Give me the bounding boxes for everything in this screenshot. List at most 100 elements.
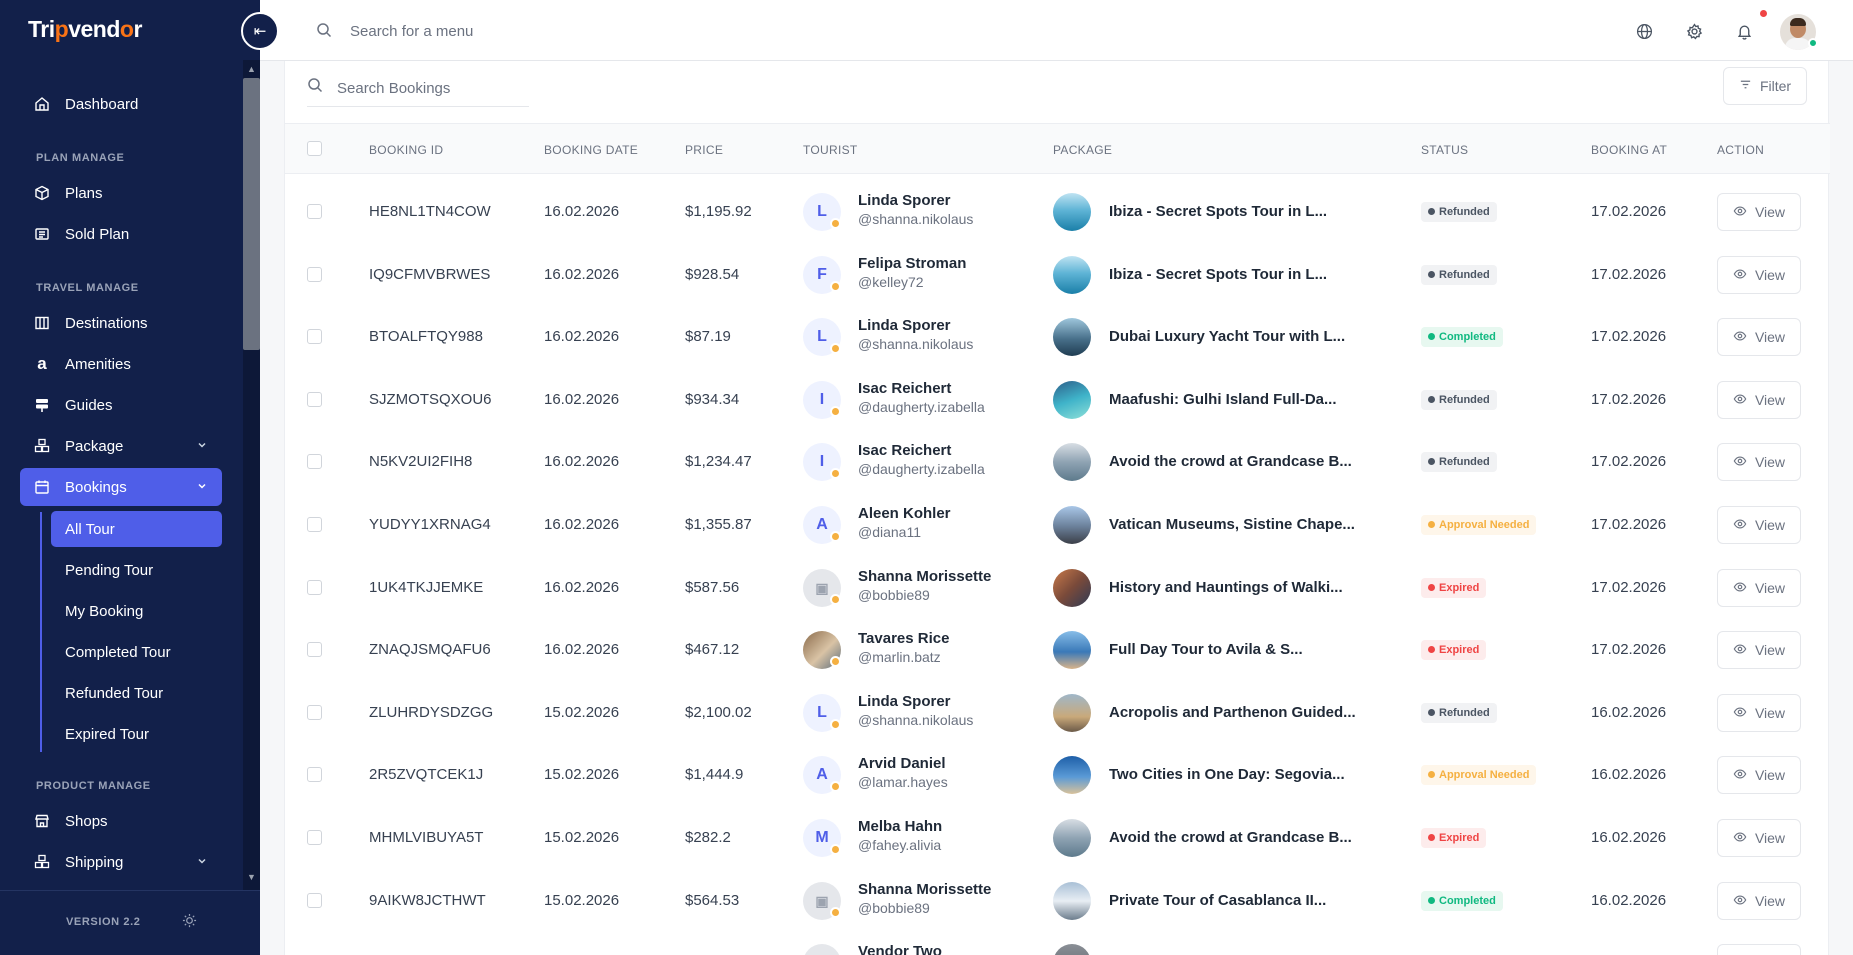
booking-date: 15.02.2026 <box>544 892 620 909</box>
sidebar-item-package[interactable]: Package <box>20 427 222 465</box>
status-badge: Refunded <box>1421 703 1497 723</box>
package-name[interactable]: Avoid the crowd at Grandcase B... <box>1109 829 1352 846</box>
view-button[interactable]: View <box>1717 193 1801 231</box>
view-button[interactable]: View <box>1717 694 1801 732</box>
view-button[interactable]: View <box>1717 944 1801 955</box>
package-name[interactable]: Avoid the crowd at Grandcase B... <box>1109 453 1352 470</box>
column-header-tourist[interactable]: TOURIST <box>803 143 858 157</box>
package-name[interactable]: Maafushi: Gulhi Island Full-Da... <box>1109 391 1337 408</box>
tourist-name[interactable]: Arvid Daniel <box>858 755 946 772</box>
package-name[interactable]: Ibiza - Secret Spots Tour in L... <box>1109 203 1327 220</box>
view-button[interactable]: View <box>1717 318 1801 356</box>
row-checkbox[interactable] <box>307 642 322 657</box>
package-name[interactable]: Ibiza - Secret Spots Tour in L... <box>1109 266 1327 283</box>
tourist-name[interactable]: Felipa Stroman <box>858 255 966 272</box>
amenities-icon: a <box>37 354 47 373</box>
sidebar-item-shipping[interactable]: Shipping <box>20 843 222 881</box>
row-checkbox[interactable] <box>307 267 322 282</box>
submenu-item-refunded-tour[interactable]: Refunded Tour <box>51 675 222 711</box>
sidebar-item-label: Destinations <box>65 314 148 332</box>
sidebar-scroll-thumb[interactable] <box>243 78 260 350</box>
filter-button[interactable]: Filter <box>1723 67 1807 105</box>
sidebar-nav: Dashboard PLAN MANAGE Plans Sold Plan TR… <box>0 60 243 890</box>
package-name[interactable]: Two Cities in One Day: Segovia... <box>1109 766 1345 783</box>
view-button[interactable]: View <box>1717 882 1801 920</box>
sidebar-item-dashboard[interactable]: Dashboard <box>20 85 222 123</box>
row-checkbox[interactable] <box>307 204 322 219</box>
tourist-name[interactable]: Aleen Kohler <box>858 505 951 522</box>
submenu-item-all-tour[interactable]: All Tour <box>51 511 222 547</box>
tourist-name[interactable]: Shanna Morissette <box>858 568 991 585</box>
row-checkbox[interactable] <box>307 329 322 344</box>
view-button[interactable]: View <box>1717 756 1801 794</box>
submenu-item-expired-tour[interactable]: Expired Tour <box>51 716 222 752</box>
column-header-status[interactable]: STATUS <box>1421 143 1468 157</box>
sidebar-item-bookings[interactable]: Bookings <box>20 468 222 506</box>
view-button[interactable]: View <box>1717 256 1801 294</box>
submenu-item-pending-tour[interactable]: Pending Tour <box>51 552 222 588</box>
tourist-name[interactable]: Linda Sporer <box>858 192 951 209</box>
sidebar-item-shops[interactable]: Shops <box>20 802 222 840</box>
column-header-package[interactable]: PACKAGE <box>1053 143 1112 157</box>
menu-search-input[interactable] <box>350 18 750 44</box>
bookings-search-input[interactable] <box>307 71 529 107</box>
sidebar-item-guides[interactable]: Guides <box>20 386 222 424</box>
row-checkbox[interactable] <box>307 767 322 782</box>
submenu-item-my-booking[interactable]: My Booking <box>51 593 222 629</box>
column-header-booking-id[interactable]: BOOKING ID <box>369 143 443 157</box>
table-row: BTOALFTQY988 16.02.2026 $87.19 L Linda Spore… <box>285 306 1830 369</box>
theme-toggle-sun-icon[interactable] <box>182 913 197 933</box>
view-button-label: View <box>1754 517 1786 533</box>
tourist-name[interactable]: Isac Reichert <box>858 442 951 459</box>
map-icon <box>33 314 51 332</box>
row-checkbox[interactable] <box>307 830 322 845</box>
tourist-name[interactable]: Shanna Morissette <box>858 881 991 898</box>
scroll-down-arrow-icon[interactable]: ▼ <box>243 870 260 884</box>
row-checkbox[interactable] <box>307 392 322 407</box>
view-button[interactable]: View <box>1717 569 1801 607</box>
package-name[interactable]: Acropolis and Parthenon Guided... <box>1109 704 1356 721</box>
row-checkbox[interactable] <box>307 580 322 595</box>
package-name[interactable]: Vatican Museums, Sistine Chape... <box>1109 516 1355 533</box>
globe-icon[interactable] <box>1633 20 1655 42</box>
package-name[interactable]: Full Day Tour to Avila & S... <box>1109 641 1303 658</box>
tourist-name[interactable]: Linda Sporer <box>858 317 951 334</box>
bell-icon[interactable] <box>1733 20 1755 42</box>
shop-icon <box>33 812 51 830</box>
sidebar-item-plans[interactable]: Plans <box>20 174 222 212</box>
booking-at: 17.02.2026 <box>1591 266 1667 283</box>
tourist-status-dot <box>830 218 841 229</box>
tourist-name[interactable]: Vendor Two <box>858 943 942 955</box>
package-name[interactable]: History and Hauntings of Walki... <box>1109 579 1343 596</box>
view-button[interactable]: View <box>1717 506 1801 544</box>
package-name[interactable]: Dubai Luxury Yacht Tour with L... <box>1109 328 1345 345</box>
tourist-name[interactable]: Tavares Rice <box>858 630 949 647</box>
select-all-checkbox[interactable] <box>307 141 322 156</box>
sidebar-collapse-button[interactable]: ⇤ <box>241 12 279 50</box>
booking-id: MHMLVIBUYA5T <box>369 829 484 846</box>
row-checkbox[interactable] <box>307 454 322 469</box>
tourist-name[interactable]: Melba Hahn <box>858 818 942 835</box>
brand-logo[interactable]: Tripvendor <box>28 16 142 43</box>
column-header-price[interactable]: PRICE <box>685 143 723 157</box>
scroll-up-arrow-icon[interactable]: ▲ <box>243 62 260 76</box>
view-button[interactable]: View <box>1717 381 1801 419</box>
sidebar-item-amenities[interactable]: a Amenities <box>20 345 222 383</box>
row-checkbox[interactable] <box>307 517 322 532</box>
column-header-booking-date[interactable]: BOOKING DATE <box>544 143 638 157</box>
view-button[interactable]: View <box>1717 631 1801 669</box>
sidebar-item-destinations[interactable]: Destinations <box>20 304 222 342</box>
tourist-name[interactable]: Linda Sporer <box>858 693 951 710</box>
tourist-status-dot <box>830 531 841 542</box>
view-button[interactable]: View <box>1717 819 1801 857</box>
gear-icon[interactable] <box>1683 20 1705 42</box>
row-checkbox[interactable] <box>307 705 322 720</box>
tourist-name[interactable]: Isac Reichert <box>858 380 951 397</box>
row-checkbox[interactable] <box>307 893 322 908</box>
view-button[interactable]: View <box>1717 443 1801 481</box>
tourist-status-dot <box>830 406 841 417</box>
sidebar-item-sold-plan[interactable]: Sold Plan <box>20 215 222 253</box>
submenu-item-completed-tour[interactable]: Completed Tour <box>51 634 222 670</box>
package-name[interactable]: Private Tour of Casablanca II... <box>1109 892 1326 909</box>
eye-icon <box>1733 893 1747 910</box>
